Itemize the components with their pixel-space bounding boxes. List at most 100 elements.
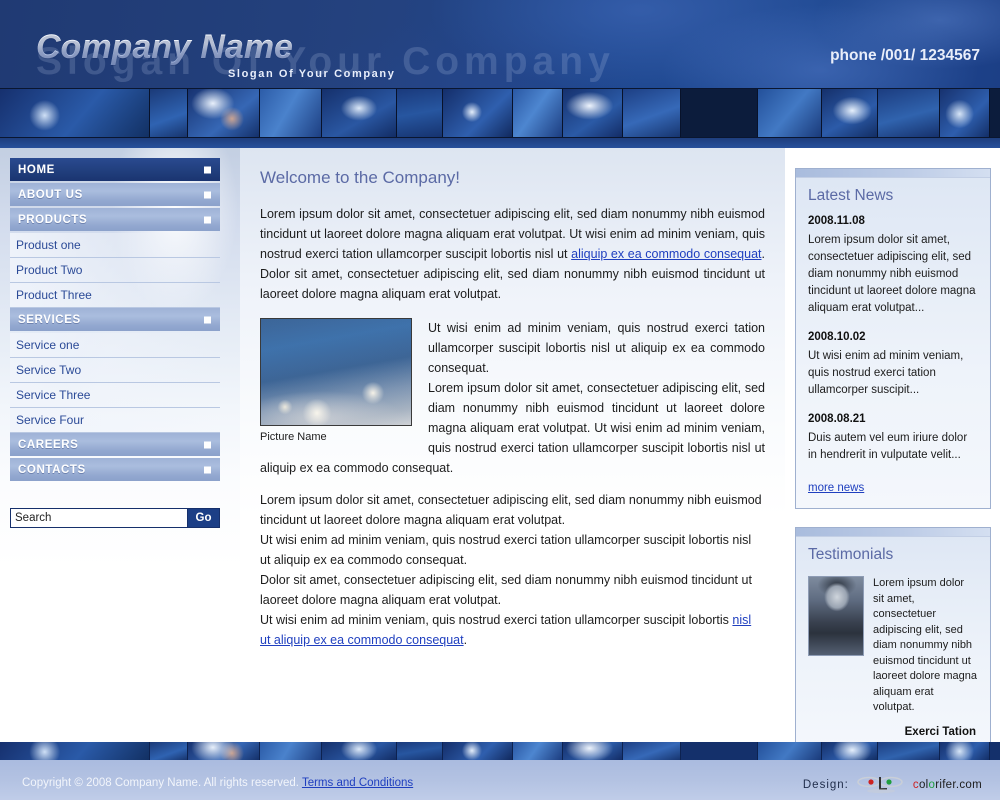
lower-paragraphs: Lorem ipsum dolor sit amet, consectetuer… bbox=[260, 478, 765, 650]
sidebar-item-label: CAREERS bbox=[18, 438, 79, 451]
sidebar-item-home[interactable]: HOME bbox=[10, 158, 220, 181]
testimonial-author: Exerci Tation bbox=[904, 725, 976, 738]
url-part-4: rifer.com bbox=[935, 779, 982, 791]
thumbnail-image bbox=[623, 89, 681, 137]
inline-link-consequat[interactable]: aliquip ex ea commodo consequat bbox=[571, 247, 761, 261]
thumbnail-image bbox=[260, 89, 322, 137]
thumbnail-image bbox=[188, 742, 260, 760]
thumbnail-image bbox=[822, 742, 878, 760]
paragraph-4: Dolor sit amet, consectetuer adipiscing … bbox=[260, 573, 752, 607]
url-part-2: ol bbox=[918, 779, 929, 791]
latest-news-title: Latest News bbox=[808, 187, 894, 204]
thumbnail-image bbox=[188, 89, 260, 137]
latest-news-list: 2008.11.08 Lorem ipsum dolor sit amet, co… bbox=[796, 215, 990, 508]
sidebar-subitem-label: Service one bbox=[16, 338, 80, 352]
testimonial-text: Lorem ipsum dolor sit amet, consectetuer… bbox=[873, 577, 977, 713]
news-text: Lorem ipsum dolor sit amet, consectetuer… bbox=[808, 234, 976, 314]
search-box[interactable]: Go bbox=[10, 508, 220, 528]
thumbnail-image bbox=[681, 742, 758, 760]
testimonials-body: Lorem ipsum dolor sit amet, consectetuer… bbox=[796, 574, 990, 750]
testimonials-panel: Testimonials Lorem ipsum dolor sit amet,… bbox=[795, 527, 991, 751]
site-footer: Copyright © 2008 Company Name. All right… bbox=[0, 760, 1000, 800]
news-text: Duis autem vel eum iriure dolor in hendr… bbox=[808, 432, 968, 461]
sidebar-subitem-label: Produst one bbox=[16, 238, 81, 252]
paragraph-5: Ut wisi enim ad minim veniam, quis nostr… bbox=[260, 610, 765, 650]
page-title: Welcome to the Company! bbox=[260, 168, 460, 187]
thumbnail-image bbox=[513, 89, 563, 137]
header-phone: phone /001/ 1234567 bbox=[830, 47, 980, 64]
square-bullet-icon bbox=[204, 316, 211, 323]
sidebar-item-about-us[interactable]: ABOUT US bbox=[10, 183, 220, 206]
sidebar-subitem-label: Product Two bbox=[16, 263, 83, 277]
thumbnail-image bbox=[0, 742, 150, 760]
search-go-button[interactable]: Go bbox=[187, 509, 219, 527]
square-bullet-icon bbox=[204, 466, 211, 473]
thumbnail-image bbox=[758, 89, 822, 137]
colorifer-logo-icon bbox=[857, 774, 905, 796]
thumbnail-image bbox=[878, 89, 940, 137]
picture-caption: Picture Name bbox=[260, 431, 327, 443]
sidebar-item-label: CONTACTS bbox=[18, 463, 86, 476]
page-body: HOME ABOUT US PRODUCTS Produst one Product T… bbox=[0, 148, 1000, 751]
square-bullet-icon bbox=[204, 191, 211, 198]
page-root: Slogan Of Your Company Company Name Slog… bbox=[0, 0, 1000, 800]
picture-image bbox=[260, 318, 412, 426]
figure: Picture Name bbox=[260, 318, 412, 443]
thumbnail-image bbox=[758, 742, 822, 760]
footer-copyright: Copyright © 2008 Company Name. All right… bbox=[22, 777, 413, 789]
sidebar-item-services[interactable]: SERVICES bbox=[10, 308, 220, 331]
thumbnail-image bbox=[150, 742, 188, 760]
panel-topbar bbox=[796, 169, 990, 178]
sidebar: HOME ABOUT US PRODUCTS Produst one Product T… bbox=[0, 148, 240, 568]
thumbnail-image bbox=[940, 89, 990, 137]
sidebar-subitem-service-three[interactable]: Service Three bbox=[10, 383, 220, 408]
paragraph-2: Lorem ipsum dolor sit amet, consectetuer… bbox=[260, 493, 762, 527]
square-bullet-icon bbox=[204, 441, 211, 448]
thumbnail-image bbox=[150, 89, 188, 137]
footer-thumbnail-strip bbox=[0, 742, 1000, 760]
thumbnail-image bbox=[397, 89, 443, 137]
right-sidebar: Latest News 2008.11.08 Lorem ipsum dolor … bbox=[790, 148, 1000, 751]
header-thumbnail-strip bbox=[0, 88, 1000, 138]
sidebar-subitem-product-two[interactable]: Product Two bbox=[10, 258, 220, 283]
testimonial-avatar bbox=[808, 576, 864, 656]
copyright-text: Copyright © 2008 Company Name. All right… bbox=[22, 777, 299, 789]
figure-with-text: Picture Name Ut wisi enim ad minim venia… bbox=[260, 318, 765, 478]
thumbnail-image bbox=[822, 89, 878, 137]
sidebar-subitem-produst-one[interactable]: Produst one bbox=[10, 233, 220, 258]
sidebar-subitem-label: Product Three bbox=[16, 288, 92, 302]
paragraph-3: Ut wisi enim ad minim veniam, quis nostr… bbox=[260, 533, 752, 567]
thumbnail-image bbox=[397, 742, 443, 760]
square-bullet-icon bbox=[204, 216, 211, 223]
terms-and-conditions-link[interactable]: Terms and Conditions bbox=[302, 777, 413, 789]
sidebar-subitem-service-one[interactable]: Service one bbox=[10, 333, 220, 358]
paragraph-5-text-b: . bbox=[463, 633, 468, 647]
sidebar-item-contacts[interactable]: CONTACTS bbox=[10, 458, 220, 481]
search-input[interactable] bbox=[11, 509, 187, 527]
thumbnail-image bbox=[878, 742, 940, 760]
main-navigation: HOME ABOUT US PRODUCTS Produst one Product T… bbox=[10, 158, 220, 483]
sidebar-item-label: ABOUT US bbox=[18, 188, 83, 201]
sidebar-item-label: PRODUCTS bbox=[18, 213, 88, 226]
testimonials-title: Testimonials bbox=[808, 546, 894, 563]
more-news-link[interactable]: more news bbox=[808, 482, 864, 494]
panel-topbar bbox=[796, 528, 990, 537]
header-strip-underline bbox=[0, 138, 1000, 148]
designer-url[interactable]: colorifer.com bbox=[913, 779, 982, 791]
company-name-title: Company Name bbox=[36, 28, 293, 66]
thumbnail-image bbox=[443, 89, 513, 137]
intro-paragraph: Lorem ipsum dolor sit amet, consectetuer… bbox=[260, 204, 765, 304]
sidebar-subitem-product-three[interactable]: Product Three bbox=[10, 283, 220, 308]
sidebar-subitem-label: Service Two bbox=[16, 363, 82, 377]
sidebar-subitem-service-two[interactable]: Service Two bbox=[10, 358, 220, 383]
thumbnail-image bbox=[623, 742, 681, 760]
footer-designer-credit: Design: colorifer.com bbox=[803, 774, 982, 796]
sidebar-item-products[interactable]: PRODUCTS bbox=[10, 208, 220, 231]
sidebar-subitem-label: Service Four bbox=[16, 413, 85, 427]
thumbnail-image bbox=[322, 89, 397, 137]
testimonial-item: Lorem ipsum dolor sit amet, consectetuer… bbox=[808, 574, 978, 716]
sidebar-item-careers[interactable]: CAREERS bbox=[10, 433, 220, 456]
sidebar-subitem-label: Service Three bbox=[16, 388, 91, 402]
sidebar-subitem-service-four[interactable]: Service Four bbox=[10, 408, 220, 433]
paragraph-5-text-a: Ut wisi enim ad minim veniam, quis nostr… bbox=[260, 613, 733, 627]
